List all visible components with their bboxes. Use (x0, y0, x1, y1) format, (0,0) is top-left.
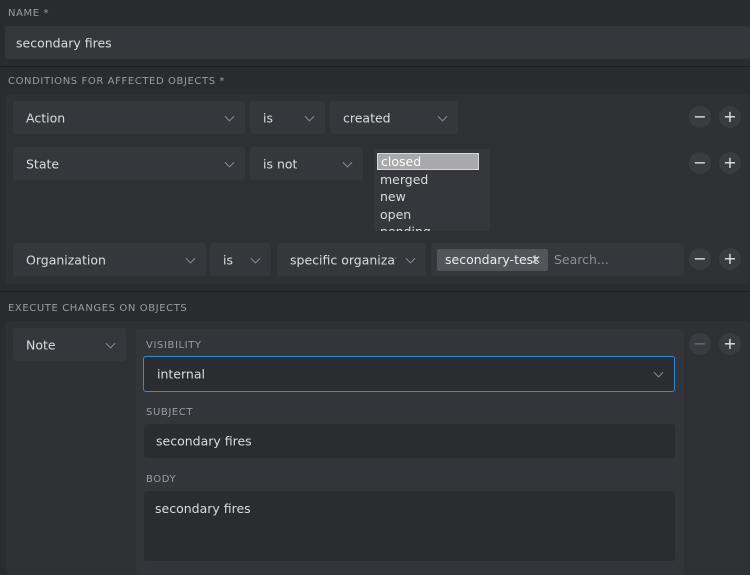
condition-operator-value: is (263, 110, 273, 125)
remove-condition-button[interactable]: − (689, 248, 711, 270)
add-condition-button[interactable]: + (719, 152, 741, 174)
chevron-down-icon (185, 253, 196, 264)
remove-action-button[interactable]: − (689, 333, 711, 355)
condition-value-value: specific organization (290, 252, 396, 267)
name-input[interactable]: secondary fires (5, 26, 750, 59)
name-input-value: secondary fires (16, 35, 112, 50)
organization-token: secondary-test ✕ (437, 249, 548, 271)
divider (0, 66, 750, 67)
condition-attribute-value: State (26, 156, 60, 171)
condition-attribute-select-action[interactable]: Action (13, 101, 245, 134)
execute-label: EXECUTE CHANGES ON OBJECTS (8, 303, 188, 314)
chevron-down-icon (224, 111, 235, 122)
conditions-label: CONDITIONS FOR AFFECTED OBJECTS * (8, 76, 226, 87)
remove-condition-button[interactable]: − (689, 106, 711, 128)
organization-token-label: secondary-test (445, 252, 539, 267)
visibility-select[interactable]: internal (143, 356, 675, 392)
state-option-pending[interactable]: pending (377, 223, 479, 231)
add-condition-button[interactable]: + (719, 248, 741, 270)
organization-search-placeholder[interactable]: Search... (554, 252, 609, 267)
execute-object-select[interactable]: Note (13, 328, 126, 361)
body-label: BODY (146, 474, 177, 485)
visibility-label: VISIBILITY (146, 340, 202, 351)
chevron-down-icon (342, 157, 353, 168)
visibility-value: internal (157, 366, 205, 382)
close-icon[interactable]: ✕ (531, 249, 541, 271)
subject-input[interactable]: secondary fires (144, 424, 675, 458)
chevron-down-icon (653, 367, 664, 378)
condition-attribute-select-state[interactable]: State (13, 147, 245, 180)
subject-value: secondary fires (156, 433, 252, 449)
condition-operator-value: is (223, 252, 233, 267)
state-option-new[interactable]: new (377, 188, 479, 205)
name-label: NAME * (8, 8, 50, 19)
state-option-open[interactable]: open (377, 206, 479, 223)
chevron-down-icon (304, 111, 315, 122)
state-option-closed[interactable]: closed (377, 153, 479, 170)
body-value: secondary fires (155, 501, 251, 516)
divider (0, 291, 750, 292)
chevron-down-icon (224, 157, 235, 168)
condition-operator-select-action[interactable]: is (250, 101, 325, 134)
remove-condition-button[interactable]: − (689, 152, 711, 174)
condition-value-select-organization[interactable]: specific organization (277, 243, 426, 276)
state-multiselect-listbox[interactable]: closed merged new open pending (374, 149, 490, 231)
execute-object-value: Note (26, 337, 56, 352)
condition-attribute-value: Action (26, 110, 66, 125)
chevron-down-icon (250, 253, 261, 264)
condition-value-value: created (343, 110, 391, 125)
add-condition-button[interactable]: + (719, 106, 741, 128)
add-action-button[interactable]: + (719, 333, 741, 355)
condition-operator-select-state[interactable]: is not (250, 147, 363, 180)
condition-attribute-select-organization[interactable]: Organization (13, 243, 206, 276)
chevron-down-icon (105, 338, 116, 349)
condition-operator-select-organization[interactable]: is (210, 243, 271, 276)
chevron-down-icon (437, 111, 448, 122)
body-textarea[interactable]: secondary fires (144, 491, 675, 561)
condition-operator-value: is not (263, 156, 298, 171)
chevron-down-icon (405, 253, 416, 264)
condition-value-select-action[interactable]: created (330, 101, 458, 134)
subject-label: SUBJECT (146, 407, 194, 418)
organization-token-input[interactable]: secondary-test ✕ Search... (431, 243, 684, 276)
condition-attribute-value: Organization (26, 252, 106, 267)
state-option-merged[interactable]: merged (377, 171, 479, 188)
